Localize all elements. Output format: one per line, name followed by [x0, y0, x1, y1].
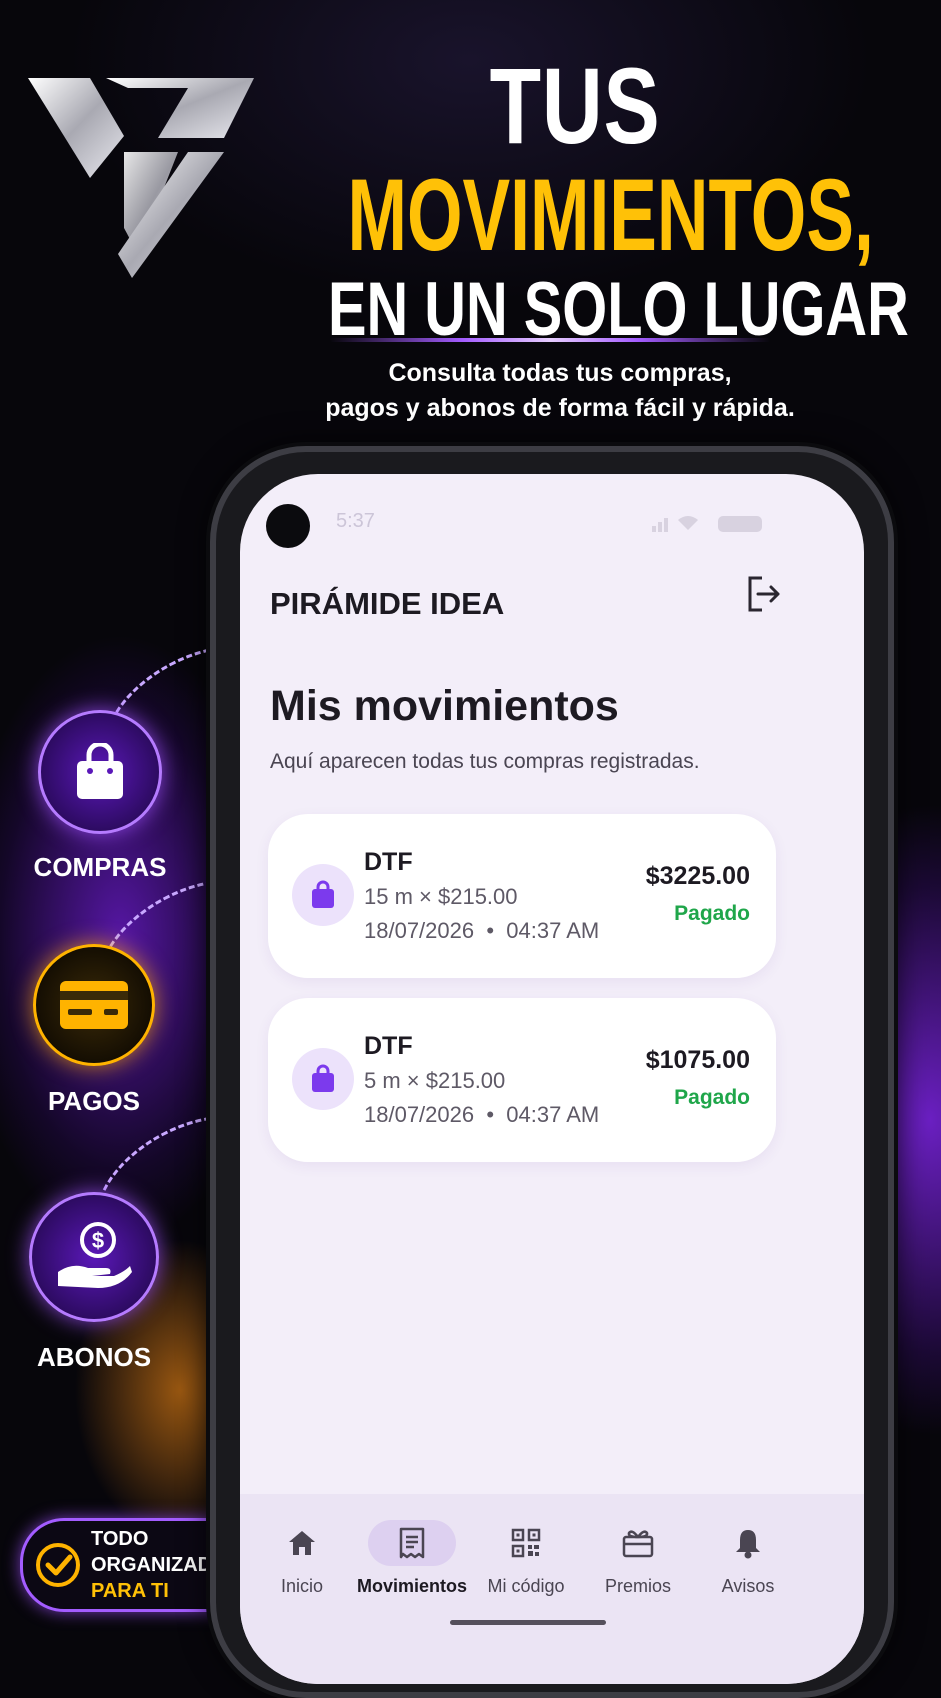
gift-icon — [594, 1520, 682, 1566]
feature-pagos: PAGOS — [26, 944, 162, 1117]
feature-label: PAGOS — [48, 1086, 140, 1116]
divider — [330, 338, 770, 342]
page-subtitle: Aquí aparecen todas tus compras registra… — [270, 750, 700, 773]
subtitle-line-2: pagos y abonos de forma fácil y rápida. — [325, 394, 795, 422]
bottom-nav: Inicio Movimientos Mi código Premios Avi… — [240, 1494, 864, 1684]
movement-time: 04:37 AM — [506, 918, 600, 943]
headline-subtitle: Consulta todas tus compras, pagos y abon… — [280, 356, 840, 426]
brand-logo — [28, 78, 254, 278]
nav-item-movimientos[interactable]: Movimientos — [352, 1520, 472, 1597]
feature-abonos: $ ABONOS — [26, 1192, 162, 1373]
nav-label: Movimientos — [356, 1576, 467, 1596]
subtitle-line-1: Consulta todas tus compras, — [388, 359, 732, 387]
nav-item-avisos[interactable]: Avisos — [688, 1520, 808, 1597]
movement-date: 18/07/2026 — [364, 918, 475, 943]
movement-status: Pagado — [674, 1086, 750, 1109]
phone-mockup: 5:37 PIRÁMIDE IDEA Mis movimientos Aquí … — [210, 446, 894, 1698]
bell-icon — [704, 1520, 792, 1566]
home-indicator[interactable] — [450, 1620, 606, 1625]
movement-detail: 15 m × $215.00 — [364, 884, 518, 909]
movement-date: 18/07/2026 — [364, 1102, 475, 1127]
credit-card-icon — [33, 944, 155, 1066]
movement-status: Pagado — [674, 902, 750, 925]
headline: TUS MOVIMIENTOS, EN UN SOLO LUGAR — [250, 45, 909, 352]
movement-card[interactable]: DTF 5 m × $215.00 18/07/2026 • 04:37 AM … — [268, 998, 776, 1162]
nav-label: Inicio — [280, 1576, 324, 1596]
headline-line-3: EN UN SOLO LUGAR — [328, 267, 909, 352]
app-screen: 5:37 PIRÁMIDE IDEA Mis movimientos Aquí … — [240, 474, 864, 1684]
svg-text:$: $ — [92, 1228, 104, 1253]
movement-datetime: 18/07/2026 • 04:37 AM — [364, 918, 600, 943]
qr-code-icon — [482, 1520, 570, 1566]
receipt-icon — [368, 1520, 456, 1566]
feature-label: COMPRAS — [33, 852, 167, 882]
logout-icon[interactable] — [746, 574, 782, 614]
status-time: 5:37 — [336, 510, 375, 532]
nav-label: Premios — [604, 1576, 671, 1596]
page-title: Mis movimientos — [270, 682, 619, 730]
app-title: PIRÁMIDE IDEA — [270, 586, 505, 621]
movement-card[interactable]: DTF 15 m × $215.00 18/07/2026 • 04:37 AM… — [268, 814, 776, 978]
home-icon — [258, 1520, 346, 1566]
nav-item-premios[interactable]: Premios — [578, 1520, 698, 1597]
nav-item-inicio[interactable]: Inicio — [242, 1520, 362, 1597]
movement-amount: $1075.00 — [645, 1046, 750, 1074]
movement-product: DTF — [364, 848, 413, 876]
nav-label: Mi código — [487, 1576, 565, 1596]
status-icons — [652, 514, 772, 532]
headline-line-2: MOVIMIENTOS, — [347, 158, 874, 272]
check-circle-icon — [35, 1542, 81, 1588]
front-camera — [266, 504, 310, 548]
shopping-bag-icon — [292, 864, 354, 926]
movement-datetime: 18/07/2026 • 04:37 AM — [364, 1102, 600, 1127]
shopping-bag-icon — [38, 710, 162, 834]
feature-compras: COMPRAS — [30, 710, 170, 883]
hand-dollar-icon: $ — [29, 1192, 159, 1322]
nav-label: Avisos — [721, 1576, 775, 1596]
feature-label: ABONOS — [36, 1342, 152, 1372]
shopping-bag-icon — [292, 1048, 354, 1110]
headline-line-1: TUS — [489, 45, 661, 166]
movement-time: 04:37 AM — [506, 1102, 600, 1127]
movement-amount: $3225.00 — [645, 862, 750, 890]
movement-detail: 5 m × $215.00 — [364, 1068, 506, 1093]
nav-item-mi-codigo[interactable]: Mi código — [466, 1520, 586, 1597]
movement-product: DTF — [364, 1032, 413, 1060]
